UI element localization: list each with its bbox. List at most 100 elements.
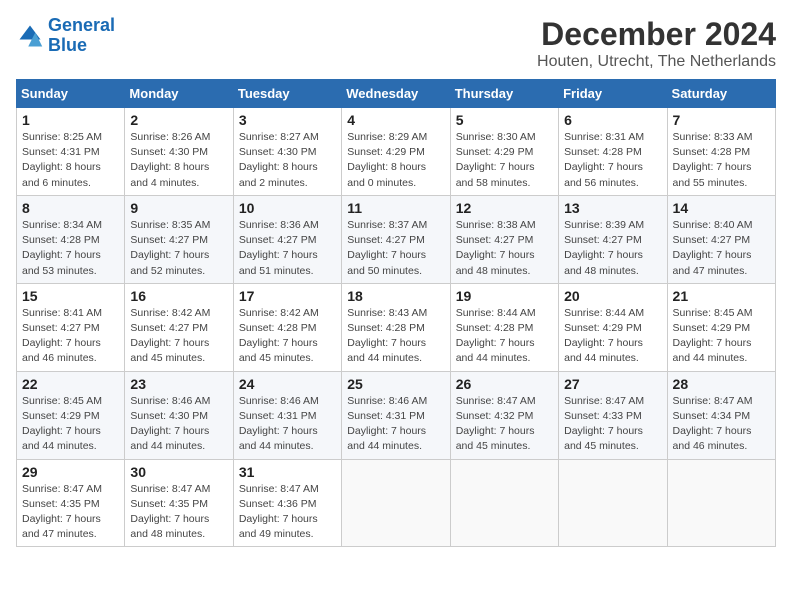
day-info: Sunrise: 8:40 AMSunset: 4:27 PMDaylight:… bbox=[673, 218, 770, 279]
calendar-week-row: 8 Sunrise: 8:34 AMSunset: 4:28 PMDayligh… bbox=[17, 195, 776, 283]
calendar-day-cell: 15 Sunrise: 8:41 AMSunset: 4:27 PMDaylig… bbox=[17, 283, 125, 371]
day-info: Sunrise: 8:39 AMSunset: 4:27 PMDaylight:… bbox=[564, 218, 661, 279]
day-number: 4 bbox=[347, 112, 444, 128]
day-info: Sunrise: 8:42 AMSunset: 4:27 PMDaylight:… bbox=[130, 306, 227, 367]
day-info: Sunrise: 8:31 AMSunset: 4:28 PMDaylight:… bbox=[564, 130, 661, 191]
day-number: 13 bbox=[564, 200, 661, 216]
calendar-day-cell: 18 Sunrise: 8:43 AMSunset: 4:28 PMDaylig… bbox=[342, 283, 450, 371]
day-info: Sunrise: 8:47 AMSunset: 4:32 PMDaylight:… bbox=[456, 394, 553, 455]
weekday-header-cell: Sunday bbox=[17, 80, 125, 108]
day-number: 8 bbox=[22, 200, 119, 216]
day-info: Sunrise: 8:47 AMSunset: 4:35 PMDaylight:… bbox=[22, 482, 119, 543]
day-number: 10 bbox=[239, 200, 336, 216]
day-number: 14 bbox=[673, 200, 770, 216]
calendar-week-row: 29 Sunrise: 8:47 AMSunset: 4:35 PMDaylig… bbox=[17, 459, 776, 547]
calendar-day-cell: 24 Sunrise: 8:46 AMSunset: 4:31 PMDaylig… bbox=[233, 371, 341, 459]
weekday-header-cell: Friday bbox=[559, 80, 667, 108]
day-info: Sunrise: 8:46 AMSunset: 4:30 PMDaylight:… bbox=[130, 394, 227, 455]
day-info: Sunrise: 8:47 AMSunset: 4:33 PMDaylight:… bbox=[564, 394, 661, 455]
day-number: 25 bbox=[347, 376, 444, 392]
calendar-day-cell: 17 Sunrise: 8:42 AMSunset: 4:28 PMDaylig… bbox=[233, 283, 341, 371]
day-info: Sunrise: 8:35 AMSunset: 4:27 PMDaylight:… bbox=[130, 218, 227, 279]
day-info: Sunrise: 8:27 AMSunset: 4:30 PMDaylight:… bbox=[239, 130, 336, 191]
day-number: 16 bbox=[130, 288, 227, 304]
day-info: Sunrise: 8:37 AMSunset: 4:27 PMDaylight:… bbox=[347, 218, 444, 279]
day-info: Sunrise: 8:44 AMSunset: 4:28 PMDaylight:… bbox=[456, 306, 553, 367]
day-info: Sunrise: 8:45 AMSunset: 4:29 PMDaylight:… bbox=[673, 306, 770, 367]
calendar-day-cell bbox=[559, 459, 667, 547]
calendar-day-cell: 1 Sunrise: 8:25 AMSunset: 4:31 PMDayligh… bbox=[17, 108, 125, 196]
calendar-day-cell: 28 Sunrise: 8:47 AMSunset: 4:34 PMDaylig… bbox=[667, 371, 775, 459]
weekday-header-cell: Tuesday bbox=[233, 80, 341, 108]
calendar-day-cell: 8 Sunrise: 8:34 AMSunset: 4:28 PMDayligh… bbox=[17, 195, 125, 283]
day-number: 23 bbox=[130, 376, 227, 392]
day-number: 19 bbox=[456, 288, 553, 304]
logo-line1: General bbox=[48, 15, 115, 35]
calendar-day-cell: 6 Sunrise: 8:31 AMSunset: 4:28 PMDayligh… bbox=[559, 108, 667, 196]
calendar-day-cell: 31 Sunrise: 8:47 AMSunset: 4:36 PMDaylig… bbox=[233, 459, 341, 547]
location-subtitle: Houten, Utrecht, The Netherlands bbox=[537, 53, 776, 71]
month-title: December 2024 bbox=[537, 16, 776, 53]
day-info: Sunrise: 8:43 AMSunset: 4:28 PMDaylight:… bbox=[347, 306, 444, 367]
calendar-day-cell: 29 Sunrise: 8:47 AMSunset: 4:35 PMDaylig… bbox=[17, 459, 125, 547]
day-info: Sunrise: 8:46 AMSunset: 4:31 PMDaylight:… bbox=[239, 394, 336, 455]
day-number: 29 bbox=[22, 464, 119, 480]
day-info: Sunrise: 8:47 AMSunset: 4:35 PMDaylight:… bbox=[130, 482, 227, 543]
logo-line2: Blue bbox=[48, 35, 87, 55]
weekday-header-cell: Wednesday bbox=[342, 80, 450, 108]
day-number: 11 bbox=[347, 200, 444, 216]
day-info: Sunrise: 8:33 AMSunset: 4:28 PMDaylight:… bbox=[673, 130, 770, 191]
calendar-day-cell: 7 Sunrise: 8:33 AMSunset: 4:28 PMDayligh… bbox=[667, 108, 775, 196]
day-number: 24 bbox=[239, 376, 336, 392]
calendar-day-cell: 3 Sunrise: 8:27 AMSunset: 4:30 PMDayligh… bbox=[233, 108, 341, 196]
calendar-day-cell: 12 Sunrise: 8:38 AMSunset: 4:27 PMDaylig… bbox=[450, 195, 558, 283]
day-number: 15 bbox=[22, 288, 119, 304]
day-number: 28 bbox=[673, 376, 770, 392]
calendar-day-cell: 16 Sunrise: 8:42 AMSunset: 4:27 PMDaylig… bbox=[125, 283, 233, 371]
day-number: 22 bbox=[22, 376, 119, 392]
calendar-day-cell: 2 Sunrise: 8:26 AMSunset: 4:30 PMDayligh… bbox=[125, 108, 233, 196]
calendar-day-cell: 13 Sunrise: 8:39 AMSunset: 4:27 PMDaylig… bbox=[559, 195, 667, 283]
day-info: Sunrise: 8:26 AMSunset: 4:30 PMDaylight:… bbox=[130, 130, 227, 191]
calendar-day-cell: 10 Sunrise: 8:36 AMSunset: 4:27 PMDaylig… bbox=[233, 195, 341, 283]
day-info: Sunrise: 8:25 AMSunset: 4:31 PMDaylight:… bbox=[22, 130, 119, 191]
weekday-header-cell: Saturday bbox=[667, 80, 775, 108]
day-info: Sunrise: 8:47 AMSunset: 4:34 PMDaylight:… bbox=[673, 394, 770, 455]
title-block: December 2024 Houten, Utrecht, The Nethe… bbox=[537, 16, 776, 71]
day-number: 30 bbox=[130, 464, 227, 480]
calendar-day-cell bbox=[342, 459, 450, 547]
calendar-day-cell bbox=[450, 459, 558, 547]
day-number: 18 bbox=[347, 288, 444, 304]
day-number: 12 bbox=[456, 200, 553, 216]
day-number: 20 bbox=[564, 288, 661, 304]
day-info: Sunrise: 8:46 AMSunset: 4:31 PMDaylight:… bbox=[347, 394, 444, 455]
calendar-day-cell: 4 Sunrise: 8:29 AMSunset: 4:29 PMDayligh… bbox=[342, 108, 450, 196]
calendar-week-row: 1 Sunrise: 8:25 AMSunset: 4:31 PMDayligh… bbox=[17, 108, 776, 196]
day-number: 27 bbox=[564, 376, 661, 392]
day-info: Sunrise: 8:41 AMSunset: 4:27 PMDaylight:… bbox=[22, 306, 119, 367]
day-number: 31 bbox=[239, 464, 336, 480]
day-info: Sunrise: 8:47 AMSunset: 4:36 PMDaylight:… bbox=[239, 482, 336, 543]
calendar-week-row: 22 Sunrise: 8:45 AMSunset: 4:29 PMDaylig… bbox=[17, 371, 776, 459]
calendar-day-cell: 5 Sunrise: 8:30 AMSunset: 4:29 PMDayligh… bbox=[450, 108, 558, 196]
calendar-day-cell: 9 Sunrise: 8:35 AMSunset: 4:27 PMDayligh… bbox=[125, 195, 233, 283]
weekday-header-cell: Thursday bbox=[450, 80, 558, 108]
logo-text: General Blue bbox=[48, 16, 115, 56]
calendar-day-cell: 23 Sunrise: 8:46 AMSunset: 4:30 PMDaylig… bbox=[125, 371, 233, 459]
calendar-day-cell: 27 Sunrise: 8:47 AMSunset: 4:33 PMDaylig… bbox=[559, 371, 667, 459]
day-info: Sunrise: 8:29 AMSunset: 4:29 PMDaylight:… bbox=[347, 130, 444, 191]
calendar-day-cell: 21 Sunrise: 8:45 AMSunset: 4:29 PMDaylig… bbox=[667, 283, 775, 371]
calendar-body: 1 Sunrise: 8:25 AMSunset: 4:31 PMDayligh… bbox=[17, 108, 776, 547]
calendar-day-cell: 14 Sunrise: 8:40 AMSunset: 4:27 PMDaylig… bbox=[667, 195, 775, 283]
logo-icon bbox=[16, 22, 44, 50]
day-number: 7 bbox=[673, 112, 770, 128]
logo: General Blue bbox=[16, 16, 115, 56]
calendar-table: SundayMondayTuesdayWednesdayThursdayFrid… bbox=[16, 79, 776, 547]
day-info: Sunrise: 8:44 AMSunset: 4:29 PMDaylight:… bbox=[564, 306, 661, 367]
calendar-day-cell: 25 Sunrise: 8:46 AMSunset: 4:31 PMDaylig… bbox=[342, 371, 450, 459]
day-info: Sunrise: 8:36 AMSunset: 4:27 PMDaylight:… bbox=[239, 218, 336, 279]
day-info: Sunrise: 8:34 AMSunset: 4:28 PMDaylight:… bbox=[22, 218, 119, 279]
day-number: 5 bbox=[456, 112, 553, 128]
day-info: Sunrise: 8:42 AMSunset: 4:28 PMDaylight:… bbox=[239, 306, 336, 367]
day-number: 26 bbox=[456, 376, 553, 392]
